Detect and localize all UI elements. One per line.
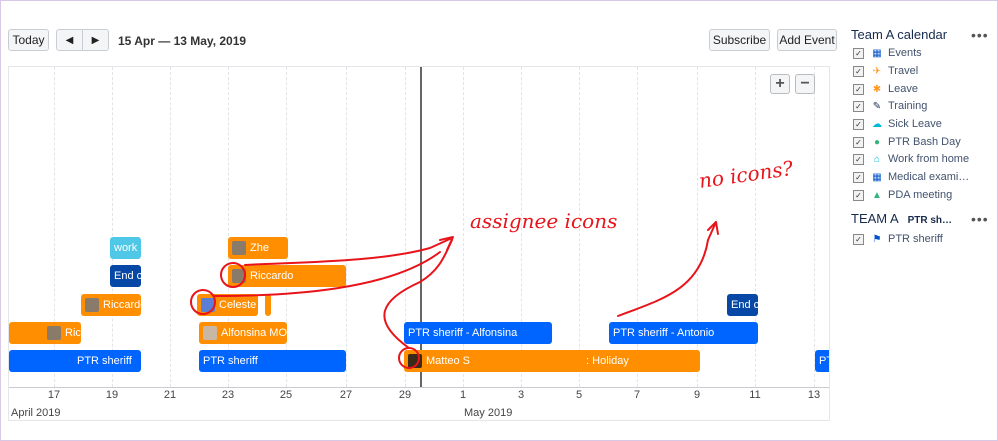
calendar-item-leave[interactable]: ✓ ✱ Leave [853, 81, 918, 97]
event-bar[interactable] [265, 294, 271, 316]
month-label: May 2019 [464, 407, 513, 419]
flag-icon: ⚑ [872, 233, 882, 245]
event-bar[interactable]: PTR sheriff [9, 350, 141, 372]
event-bar[interactable]: Matteo S: Holiday [404, 350, 700, 372]
today-button[interactable]: Today [8, 29, 49, 51]
checkbox[interactable]: ✓ [853, 83, 864, 95]
tick-label: 29 [398, 389, 412, 401]
checkbox[interactable]: ✓ [853, 136, 864, 148]
calendar-item-medical[interactable]: ✓ ▦ Medical exami… [853, 169, 969, 185]
avatar [203, 326, 217, 340]
event-bar[interactable]: Riccardo [228, 265, 346, 287]
event-bar[interactable]: PTR [815, 350, 829, 372]
timeline[interactable]: work End c Riccardo Ric PTR sheriff Zhe … [8, 66, 830, 421]
tick-label: 27 [339, 389, 353, 401]
people-icon: ● [873, 136, 881, 148]
event-bar[interactable]: PTR sheriff [199, 350, 346, 372]
calendar-item-ptr-sheriff[interactable]: ✓ ⚑ PTR sheriff [853, 231, 943, 247]
checkbox[interactable]: ✓ [853, 189, 864, 201]
checkbox[interactable]: ✓ [853, 171, 864, 183]
checkbox[interactable]: ✓ [853, 47, 864, 59]
event-bar[interactable]: Celeste [197, 294, 258, 316]
gridline [579, 67, 580, 387]
tick-label: 7 [633, 389, 641, 401]
event-bar[interactable]: Riccardo [81, 294, 141, 316]
calendar-item-ptr-bash-day[interactable]: ✓ ● PTR Bash Day [853, 134, 961, 150]
event-bar[interactable]: Zhe [228, 237, 288, 259]
checkbox[interactable]: ✓ [853, 118, 864, 130]
subscribe-button[interactable]: Subscribe [709, 29, 770, 51]
team-title: TEAM A PTR sh… [851, 211, 953, 226]
chevron-left-icon: ◀ [65, 34, 74, 46]
event-bar[interactable]: End c [110, 265, 141, 287]
tick-label: 3 [517, 389, 525, 401]
gridline [112, 67, 113, 387]
tick-label: 21 [163, 389, 177, 401]
calendar-title: Team A calendar [851, 27, 948, 42]
more-icon[interactable]: ••• [971, 27, 989, 43]
gridline [814, 67, 815, 387]
zoom-out-button[interactable]: − [795, 74, 815, 94]
checkbox[interactable]: ✓ [853, 153, 864, 165]
checkbox[interactable]: ✓ [853, 233, 864, 245]
tick-label: 5 [575, 389, 583, 401]
chevron-right-icon: ▶ [91, 34, 100, 46]
calendar-item-sick-leave[interactable]: ✓ ☁ Sick Leave [853, 116, 942, 132]
checkbox[interactable]: ✓ [853, 65, 864, 77]
calendar-icon: ▦ [872, 171, 882, 183]
tick-label: 1 [459, 389, 467, 401]
time-axis [9, 387, 829, 388]
home-icon: ⌂ [873, 153, 881, 165]
event-bar[interactable]: End c [727, 294, 758, 316]
checkbox[interactable]: ✓ [853, 100, 864, 112]
event-bar[interactable]: PTR sheriff - Alfonsina [404, 322, 552, 344]
avatar [232, 269, 246, 283]
plus-icon: + [775, 75, 785, 92]
tick-label: 9 [693, 389, 701, 401]
calendar-icon: ▦ [872, 47, 882, 59]
add-event-button[interactable]: Add Event [777, 29, 837, 51]
tick-label: 23 [221, 389, 235, 401]
calendar-item-travel[interactable]: ✓ ✈ Travel [853, 63, 918, 79]
next-button[interactable]: ▶ [82, 29, 109, 51]
previous-button[interactable]: ◀ [56, 29, 83, 51]
palm-tree-icon: ✱ [872, 83, 882, 95]
calendar-item-training[interactable]: ✓ ✎ Training [853, 98, 927, 114]
avatar [85, 298, 99, 312]
tick-label: 17 [47, 389, 61, 401]
calendar-item-work-from-home[interactable]: ✓ ⌂ Work from home [853, 151, 969, 167]
calendar-item-events[interactable]: ✓ ▦ Events [853, 45, 922, 61]
graduation-cap-icon: ▲ [872, 189, 882, 201]
calendar-item-pda-meeting[interactable]: ✓ ▲ PDA meeting [853, 187, 952, 203]
event-bar[interactable]: Alfonsina MOS [199, 322, 287, 344]
minus-icon: − [800, 75, 810, 92]
tick-label: 11 [749, 389, 761, 401]
tick-label: 13 [807, 389, 821, 401]
more-icon[interactable]: ••• [971, 211, 989, 227]
month-label: April 2019 [11, 407, 61, 419]
zoom-in-button[interactable]: + [770, 74, 790, 94]
event-bar[interactable]: Ric [9, 322, 81, 344]
tick-label: 25 [279, 389, 293, 401]
avatar [201, 298, 215, 312]
gridline [170, 67, 171, 387]
pen-icon: ✎ [872, 100, 882, 112]
cloud-icon: ☁ [872, 118, 882, 130]
avatar [232, 241, 246, 255]
avatar [408, 354, 422, 368]
event-bar[interactable]: work [110, 237, 141, 259]
date-range-title: 15 Apr — 13 May, 2019 [118, 34, 247, 48]
event-bar[interactable]: PTR sheriff - Antonio [609, 322, 758, 344]
avatar [47, 326, 61, 340]
tick-label: 19 [105, 389, 119, 401]
gridline [346, 67, 347, 387]
plane-icon: ✈ [872, 65, 882, 77]
